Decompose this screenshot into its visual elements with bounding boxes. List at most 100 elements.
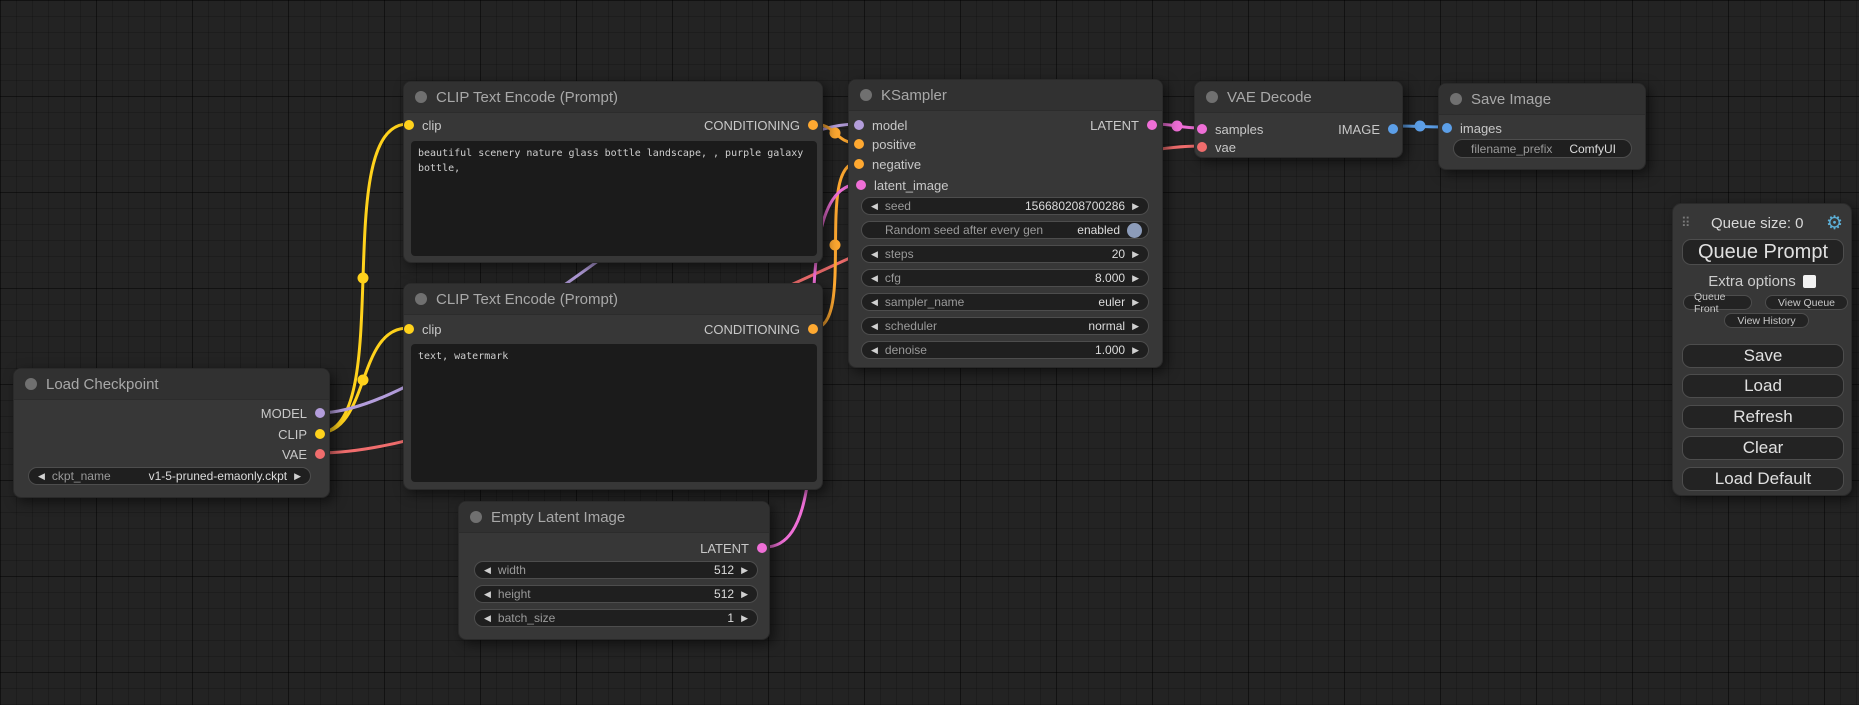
- node-vae-decode[interactable]: VAE Decode samples vae IMAGE: [1194, 81, 1403, 158]
- image-slot-dot[interactable]: [1388, 124, 1398, 134]
- output-slot-conditioning[interactable]: CONDITIONING: [704, 322, 818, 336]
- queue-front-button[interactable]: Queue Front: [1683, 295, 1752, 310]
- input-slot-positive[interactable]: positive: [854, 137, 916, 151]
- input-slot-clip[interactable]: clip: [404, 322, 442, 336]
- input-slot-latent-image[interactable]: latent_image: [856, 178, 948, 192]
- latent-slot-dot[interactable]: [1147, 120, 1157, 130]
- drag-handle-icon[interactable]: ⠿: [1681, 215, 1689, 231]
- conditioning-slot-dot[interactable]: [854, 139, 864, 149]
- scheduler-widget[interactable]: ◀ scheduler normal ▶: [861, 317, 1149, 335]
- output-slot-image[interactable]: IMAGE: [1338, 122, 1398, 136]
- filename-prefix-widget[interactable]: filename_prefix ComfyUI: [1453, 139, 1632, 158]
- right-arrow-icon[interactable]: ▶: [1132, 202, 1139, 211]
- left-arrow-icon[interactable]: ◀: [38, 472, 45, 481]
- collapse-dot-icon[interactable]: [1206, 91, 1218, 103]
- node-load-checkpoint[interactable]: Load Checkpoint MODEL CLIP VAE ◀ ckpt_na…: [13, 368, 330, 498]
- node-empty-latent-image[interactable]: Empty Latent Image LATENT ◀ width 512 ▶ …: [458, 501, 770, 640]
- right-arrow-icon[interactable]: ▶: [1132, 322, 1139, 331]
- image-slot-dot[interactable]: [1442, 123, 1452, 133]
- left-arrow-icon[interactable]: ◀: [871, 202, 878, 211]
- left-arrow-icon[interactable]: ◀: [871, 298, 878, 307]
- node-header[interactable]: VAE Decode: [1195, 82, 1402, 113]
- view-queue-button[interactable]: View Queue: [1765, 295, 1848, 310]
- output-slot-model[interactable]: MODEL: [261, 406, 325, 420]
- negative-prompt-textarea[interactable]: text, watermark: [411, 344, 817, 482]
- load-button[interactable]: Load: [1682, 374, 1844, 398]
- model-slot-dot[interactable]: [854, 120, 864, 130]
- node-clip-text-encode-positive[interactable]: CLIP Text Encode (Prompt) clip CONDITION…: [403, 81, 823, 263]
- left-arrow-icon[interactable]: ◀: [871, 250, 878, 259]
- input-slot-clip[interactable]: clip: [404, 118, 442, 132]
- conditioning-slot-dot[interactable]: [808, 324, 818, 334]
- collapse-dot-icon[interactable]: [860, 89, 872, 101]
- input-slot-negative[interactable]: negative: [854, 157, 921, 171]
- save-button[interactable]: Save: [1682, 344, 1844, 368]
- collapse-dot-icon[interactable]: [470, 511, 482, 523]
- queue-prompt-button[interactable]: Queue Prompt: [1682, 239, 1844, 265]
- output-slot-latent[interactable]: LATENT: [1090, 118, 1157, 132]
- right-arrow-icon[interactable]: ▶: [294, 472, 301, 481]
- input-slot-samples[interactable]: samples: [1197, 122, 1263, 136]
- node-header[interactable]: CLIP Text Encode (Prompt): [404, 82, 822, 113]
- positive-prompt-textarea[interactable]: beautiful scenery nature glass bottle la…: [411, 141, 817, 256]
- conditioning-slot-dot[interactable]: [808, 120, 818, 130]
- node-header[interactable]: Empty Latent Image: [459, 502, 769, 533]
- left-arrow-icon[interactable]: ◀: [484, 566, 491, 575]
- clip-slot-dot[interactable]: [404, 120, 414, 130]
- left-arrow-icon[interactable]: ◀: [871, 274, 878, 283]
- input-slot-vae[interactable]: vae: [1197, 140, 1236, 154]
- steps-widget[interactable]: ◀ steps 20 ▶: [861, 245, 1149, 263]
- clip-slot-dot[interactable]: [404, 324, 414, 334]
- node-save-image[interactable]: Save Image images filename_prefix ComfyU…: [1438, 83, 1646, 170]
- latent-slot-dot[interactable]: [757, 543, 767, 553]
- sampler-name-widget[interactable]: ◀ sampler_name euler ▶: [861, 293, 1149, 311]
- node-clip-text-encode-negative[interactable]: CLIP Text Encode (Prompt) clip CONDITION…: [403, 283, 823, 490]
- latent-slot-dot[interactable]: [856, 180, 866, 190]
- denoise-widget[interactable]: ◀ denoise 1.000 ▶: [861, 341, 1149, 359]
- cfg-widget[interactable]: ◀ cfg 8.000 ▶: [861, 269, 1149, 287]
- right-arrow-icon[interactable]: ▶: [741, 590, 748, 599]
- right-arrow-icon[interactable]: ▶: [1132, 346, 1139, 355]
- view-history-button[interactable]: View History: [1724, 313, 1809, 328]
- node-header[interactable]: Save Image: [1439, 84, 1645, 115]
- enabled-toggle[interactable]: [1127, 223, 1142, 238]
- height-widget[interactable]: ◀ height 512 ▶: [474, 585, 758, 603]
- right-arrow-icon[interactable]: ▶: [1132, 298, 1139, 307]
- ckpt-name-widget[interactable]: ◀ ckpt_name v1-5-pruned-emaonly.ckpt ▶: [28, 467, 311, 485]
- refresh-button[interactable]: Refresh: [1682, 405, 1844, 429]
- output-slot-vae[interactable]: VAE: [282, 447, 325, 461]
- right-arrow-icon[interactable]: ▶: [1132, 250, 1139, 259]
- seed-widget[interactable]: ◀ seed 156680208700286 ▶: [861, 197, 1149, 215]
- batch-size-widget[interactable]: ◀ batch_size 1 ▶: [474, 609, 758, 627]
- vae-slot-dot[interactable]: [1197, 142, 1207, 152]
- conditioning-slot-dot[interactable]: [854, 159, 864, 169]
- vae-slot-dot[interactable]: [315, 449, 325, 459]
- gear-icon[interactable]: ⚙: [1826, 214, 1843, 233]
- collapse-dot-icon[interactable]: [415, 293, 427, 305]
- node-header[interactable]: KSampler: [849, 80, 1162, 111]
- input-slot-model[interactable]: model: [854, 118, 907, 132]
- right-arrow-icon[interactable]: ▶: [741, 566, 748, 575]
- width-widget[interactable]: ◀ width 512 ▶: [474, 561, 758, 579]
- node-ksampler[interactable]: KSampler model positive negative latent_…: [848, 79, 1163, 368]
- output-slot-latent[interactable]: LATENT: [700, 541, 767, 555]
- input-slot-images[interactable]: images: [1442, 121, 1502, 135]
- load-default-button[interactable]: Load Default: [1682, 467, 1844, 491]
- output-slot-clip[interactable]: CLIP: [278, 427, 325, 441]
- extra-options-checkbox[interactable]: [1803, 275, 1816, 288]
- clear-button[interactable]: Clear: [1682, 436, 1844, 460]
- right-arrow-icon[interactable]: ▶: [741, 614, 748, 623]
- clip-slot-dot[interactable]: [315, 429, 325, 439]
- comfyui-canvas[interactable]: { "colors": { "model": "#b39ddb", "clip"…: [0, 0, 1859, 705]
- collapse-dot-icon[interactable]: [415, 91, 427, 103]
- model-slot-dot[interactable]: [315, 408, 325, 418]
- left-arrow-icon[interactable]: ◀: [871, 346, 878, 355]
- node-header[interactable]: CLIP Text Encode (Prompt): [404, 284, 822, 315]
- right-arrow-icon[interactable]: ▶: [1132, 274, 1139, 283]
- left-arrow-icon[interactable]: ◀: [484, 614, 491, 623]
- collapse-dot-icon[interactable]: [1450, 93, 1462, 105]
- node-header[interactable]: Load Checkpoint: [14, 369, 329, 400]
- left-arrow-icon[interactable]: ◀: [484, 590, 491, 599]
- collapse-dot-icon[interactable]: [25, 378, 37, 390]
- random-seed-widget[interactable]: Random seed after every gen enabled: [861, 221, 1149, 239]
